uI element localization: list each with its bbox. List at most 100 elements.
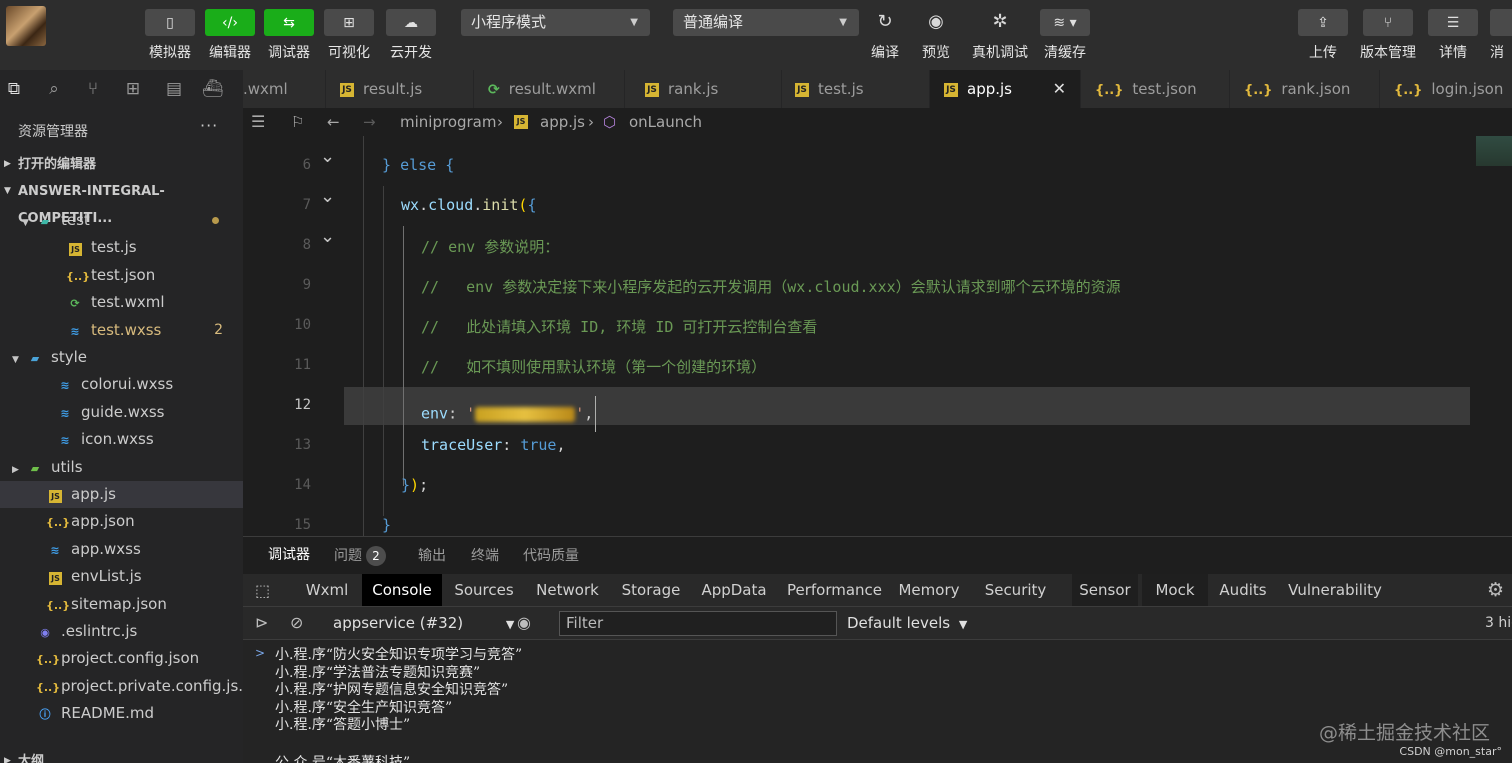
tree-item-test[interactable]: ▼ ▰ test	[0, 207, 243, 234]
debug-icon[interactable]: ▤	[164, 79, 184, 99]
fold-chevron-icon[interactable]: ⌄	[320, 186, 335, 207]
tree-item-project-config-json[interactable]: {..}project.config.json	[0, 645, 243, 672]
tree-item--eslintrc-js[interactable]: ◉ .eslintrc.js	[0, 618, 243, 645]
tree-item-guide-wxss[interactable]: ≋ guide.wxss	[0, 399, 243, 426]
fold-chevron-icon[interactable]: ⌄	[320, 226, 335, 247]
tree-item-label: test.json	[91, 265, 156, 284]
editor-button[interactable]: ‹/› 编辑器	[205, 9, 255, 62]
tree-item-test-json[interactable]: {..}test.json	[0, 262, 243, 289]
devtools-tab-performance[interactable]: Performance	[780, 574, 889, 606]
devtools-tab-audits[interactable]: Audits	[1211, 574, 1275, 606]
search-icon[interactable]: ⌕	[44, 79, 64, 99]
clear-cache-button[interactable]: ≋ ▾ 清缓存	[1040, 9, 1090, 62]
debugger-button[interactable]: ⇆ 调试器	[264, 9, 314, 62]
tab-rank-json[interactable]: {..} rank.json	[1230, 70, 1380, 108]
bookmark-icon[interactable]: ⚐	[291, 108, 304, 136]
devtools-tab-storage[interactable]: Storage	[612, 574, 690, 606]
tree-item-colorui-wxss[interactable]: ≋ colorui.wxss	[0, 371, 243, 398]
console-log-line: 小.程.序“答题小博士”	[275, 717, 411, 733]
json-file-icon: {..}	[46, 598, 71, 612]
close-icon[interactable]: ✕	[1053, 70, 1066, 108]
visual-button[interactable]: ⊞ 可视化	[324, 9, 374, 62]
tab-test-js[interactable]: JS test.js	[781, 70, 930, 108]
compile-select[interactable]: 普通编译 ▼	[673, 9, 859, 36]
panel-tab-0[interactable]: 调试器	[268, 537, 310, 575]
tab-result-js[interactable]: JS result.js	[326, 70, 474, 108]
back-arrow-icon[interactable]: ←	[327, 108, 340, 136]
fold-chevron-icon[interactable]: ⌄	[320, 146, 335, 167]
cloud-dev-button[interactable]: ☁ 云开发	[386, 9, 436, 62]
extensions-icon[interactable]: ⊞	[123, 79, 143, 99]
inspect-element-icon[interactable]: ⬚	[255, 581, 270, 600]
line-number: 7	[302, 197, 311, 213]
tree-item-test-wxss[interactable]: ≋ test.wxss 2	[0, 317, 243, 344]
clear-console-icon[interactable]: ⊘	[290, 613, 303, 632]
breadcrumb-symbol[interactable]: onLaunch	[629, 108, 702, 136]
avatar[interactable]	[6, 6, 46, 46]
tree-item-readme-md[interactable]: ⓘ README.md	[0, 700, 243, 727]
panel-tab-2[interactable]: 输出	[418, 537, 446, 575]
devtools-tab-mock[interactable]: Mock	[1142, 574, 1208, 606]
real-device-debug-button[interactable]: ✲ 真机调试	[972, 8, 1028, 62]
open-editors-section[interactable]: ▶ 打开的编辑器	[0, 151, 243, 178]
tab-login-json[interactable]: {..} login.json	[1380, 70, 1512, 108]
tree-item-app-json[interactable]: {..}app.json	[0, 508, 243, 535]
filter-input[interactable]: Filter	[559, 611, 837, 636]
panel-tab-4[interactable]: 代码质量	[523, 537, 579, 575]
devtools-tab-memory[interactable]: Memory	[892, 574, 966, 606]
sidebar-toggle-icon[interactable]: ⊳	[255, 613, 268, 632]
minimap[interactable]	[1476, 136, 1512, 166]
preview-button[interactable]: ◉ 预览	[911, 8, 961, 62]
details-button[interactable]: ☰ 详情	[1428, 9, 1478, 62]
tree-item-utils[interactable]: ▶ ▰ utils	[0, 454, 243, 481]
code-editor[interactable]: 6 ⌄} else {7 ⌄ wx.cloud.init({8 ⌄// env 参数说明…	[243, 136, 1512, 536]
devtools-tab-vulnerability[interactable]: Vulnerability	[1282, 574, 1388, 606]
docker-icon[interactable]: ⛴	[202, 79, 224, 99]
tree-item-test-js[interactable]: JS test.js	[0, 234, 243, 261]
simulator-button[interactable]: ▯ 模拟器	[145, 9, 195, 62]
tree-item-app-wxss[interactable]: ≋ app.wxss	[0, 536, 243, 563]
eye-icon[interactable]: ◉	[517, 613, 531, 632]
tree-item-app-js[interactable]: JS app.js	[0, 481, 243, 508]
breadcrumb-folder[interactable]: miniprogram	[400, 108, 496, 136]
devtools-tab-console[interactable]: Console	[362, 574, 442, 606]
js-file-icon: JS	[944, 82, 958, 97]
devtools-tab-wxml[interactable]: Wxml	[295, 574, 359, 606]
tab-result-wxml[interactable]: ⟳ result.wxml	[474, 70, 625, 108]
tree-item-project-private-config-js-[interactable]: {..}project.private.config.js...	[0, 673, 243, 700]
version-control-button[interactable]: ⑂ 版本管理	[1360, 9, 1416, 62]
devtools-tab-network[interactable]: Network	[526, 574, 609, 606]
explorer-icon[interactable]: ⧉	[4, 79, 24, 99]
outline-section[interactable]: ▶ 大纲	[0, 748, 243, 763]
messages-button[interactable]: 消	[1490, 9, 1512, 62]
source-control-icon[interactable]: ⑂	[83, 79, 103, 99]
tab-test-json[interactable]: {..} test.json	[1081, 70, 1230, 108]
context-select[interactable]: appservice (#32) ▼	[333, 607, 514, 640]
devtools-tab-sensor[interactable]: Sensor	[1072, 574, 1138, 606]
devtools-tab-appdata[interactable]: AppData	[693, 574, 775, 606]
list-icon[interactable]: ☰	[251, 108, 265, 136]
panel-tab-1[interactable]: 问题 2	[334, 537, 386, 575]
js-file-icon: JS	[340, 82, 354, 97]
project-section[interactable]: ▼ ANSWER-INTEGRAL-COMPETITI...	[0, 178, 243, 226]
gear-icon[interactable]: ⚙	[1487, 579, 1504, 601]
tab-rank-js[interactable]: JS rank.js	[631, 70, 782, 108]
tab-label: rank.json	[1281, 80, 1351, 98]
tab-app-js[interactable]: JS app.js ✕	[930, 70, 1081, 108]
tab-wxml[interactable]: .wxml	[243, 70, 326, 108]
more-actions-icon[interactable]: ···	[200, 116, 218, 135]
forward-arrow-icon[interactable]: →	[363, 108, 376, 136]
tree-item-icon-wxss[interactable]: ≋ icon.wxss	[0, 426, 243, 453]
mode-select[interactable]: 小程序模式 ▼	[461, 9, 650, 36]
tree-item-style[interactable]: ▼ ▰ style	[0, 344, 243, 371]
tree-item-envlist-js[interactable]: JS envList.js	[0, 563, 243, 590]
log-levels-select[interactable]: Default levels ▼	[847, 607, 967, 640]
tree-item-sitemap-json[interactable]: {..}sitemap.json	[0, 591, 243, 618]
panel-tab-3[interactable]: 终端	[471, 537, 499, 575]
devtools-tab-security[interactable]: Security	[976, 574, 1055, 606]
breadcrumb-file[interactable]: app.js	[540, 108, 585, 136]
tree-item-test-wxml[interactable]: ⟳ test.wxml	[0, 289, 243, 316]
upload-button[interactable]: ⇪ 上传	[1298, 9, 1348, 62]
expand-arrow-icon[interactable]: >	[255, 646, 265, 660]
devtools-tab-sources[interactable]: Sources	[445, 574, 523, 606]
